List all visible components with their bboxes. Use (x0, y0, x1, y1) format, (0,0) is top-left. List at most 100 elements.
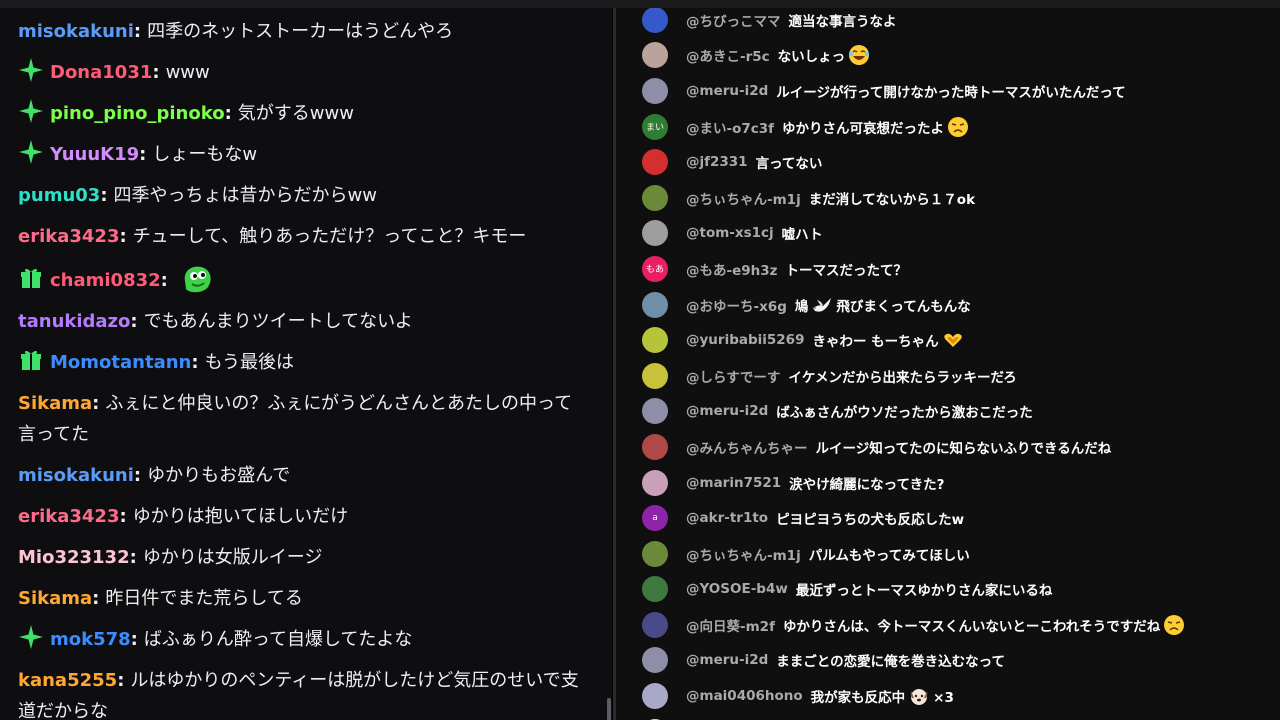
avatar[interactable] (642, 433, 668, 460)
chat-username[interactable]: misokakuni (18, 21, 134, 42)
chat-username[interactable]: misokakuni (18, 465, 134, 486)
chat-message: @mai0406hono 我が家も反応中 ×3 (616, 678, 1280, 714)
chat-username[interactable]: Sikama (18, 393, 92, 414)
chat-username[interactable]: @meru-i2d (686, 83, 768, 99)
avatar[interactable]: もあ (642, 255, 668, 282)
chat-username[interactable]: @akr-tr1to (686, 510, 768, 526)
chat-username[interactable]: @ちぃちゃん-m1j (686, 188, 801, 208)
message-text-part: 嘘ハト (781, 227, 823, 244)
youtube-chat-list: @ちびっこママ 適当な事言うなよ @あきこ-r5c ないしょっ @meru-i2d ルイー… (616, 8, 1280, 720)
chat-username[interactable]: @meru-i2d (686, 652, 768, 668)
chat-message-text: 言ってない (756, 152, 823, 172)
chat-username[interactable]: @おゆーち-x6g (686, 295, 787, 315)
message-text-part: ルイージ知ってたのに知らないふりできるんだね (815, 440, 1112, 457)
avatar[interactable] (642, 540, 668, 567)
avatar[interactable] (642, 220, 668, 247)
avatar[interactable] (642, 42, 668, 69)
chat-username[interactable]: @mai0406hono (686, 688, 803, 704)
message-text-part: 我が家も反応中 (810, 690, 906, 707)
chat-message-text: ゆかりもお盛んで (147, 465, 291, 486)
avatar[interactable] (642, 184, 668, 211)
chat-username[interactable]: @まい-o7c3f (686, 117, 774, 137)
chat-username[interactable]: erika3423 (18, 506, 119, 527)
avatar[interactable] (642, 647, 668, 674)
chat-username[interactable]: @みんちゃんちゃー (686, 437, 808, 457)
sad-emoji-icon (947, 116, 969, 138)
chat-username[interactable]: pino_pino_pinoko (50, 103, 225, 124)
chat-message-text: 涙やけ綺麗になってきた? (789, 473, 944, 493)
avatar[interactable] (642, 291, 668, 318)
avatar[interactable] (642, 149, 668, 176)
chat-username[interactable]: @jf2331 (686, 154, 748, 170)
chat-username[interactable]: chami0832 (50, 270, 161, 291)
chat-message-text: 最近ずっとトーマスゆかりさん家にいるね (796, 579, 1053, 599)
chat-username[interactable]: @yuribabii5269 (686, 332, 804, 348)
chat-username[interactable]: mok578 (50, 629, 131, 650)
chat-message-text: ばふぁさんがウソだったから激おこだった (776, 401, 1033, 421)
avatar[interactable] (642, 8, 668, 33)
chat-username[interactable]: Mio323132 (18, 547, 130, 568)
username-separator: : (133, 465, 142, 486)
avatar[interactable] (642, 683, 668, 710)
avatar[interactable] (642, 77, 668, 104)
chat-username[interactable]: @YOSOE-b4w (686, 581, 788, 597)
avatar-initials: もあ (645, 265, 664, 276)
message-text-part: ままごとの恋愛に俺を巻き込むなって (776, 654, 1005, 671)
message-text-part: 最近ずっとトーマスゆかりさん家にいるね (795, 583, 1053, 600)
chat-message-text: 四季やっちょは昔からだからww (113, 185, 377, 206)
avatar[interactable]: まい (642, 113, 668, 140)
chat-username[interactable]: @ちぃちゃん-m1j (686, 544, 801, 564)
message-text-part: ばふぁさんがウソだったから激おこだった (776, 405, 1033, 422)
avatar[interactable] (642, 398, 668, 425)
username-separator: : (130, 629, 138, 650)
chat-username[interactable]: @tom-xs1cj (686, 225, 774, 241)
chat-username[interactable]: @向日葵-m2f (686, 615, 775, 635)
chat-scrollbar[interactable] (607, 698, 611, 720)
chat-message-text: パルムもやってみてほしい (809, 544, 970, 564)
chat-username[interactable]: @ちびっこママ (686, 10, 781, 30)
message-text-part: 飛びまくってんもんな (836, 298, 971, 315)
chat-message: @おゆーち-x6g 鳩 飛びまくってんもんな (616, 287, 1280, 323)
chat-username[interactable]: Dona1031 (50, 62, 152, 83)
chat-message: chami0832: (0, 262, 600, 296)
chat-message: misokakuni: 四季のネットストーカーはうどんやろ (0, 16, 600, 47)
chat-username[interactable]: @marin7521 (686, 475, 781, 491)
chat-message-text: きゃわー もーちゃん (812, 329, 963, 351)
chat-message: erika3423: ゆかりは抱いてほしいだけ (0, 501, 600, 532)
chat-message-text: 四季のネットストーカーはうどんやろ (147, 21, 454, 42)
chat-message: @marin7521 涙やけ綺麗になってきた? (616, 465, 1280, 501)
chat-message-text: 適当な事言うなよ (789, 10, 897, 30)
top-bar (0, 0, 1280, 8)
avatar[interactable] (642, 327, 668, 354)
message-text-part: ×3 (933, 690, 954, 707)
chat-username[interactable]: pumu03 (18, 185, 100, 206)
avatar[interactable] (642, 611, 668, 638)
avatar[interactable]: a (642, 505, 668, 532)
chat-message: @jf2331 言ってない (616, 144, 1280, 180)
chat-message: @meru-i2d ルイージが行って開けなかった時トーマスがいたんだって (616, 73, 1280, 109)
message-text-part: 適当な事言うなよ (788, 13, 897, 30)
chat-username[interactable]: YuuuK19 (50, 144, 139, 165)
message-text-part: パルムもやってみてほしい (808, 547, 970, 564)
chat-username[interactable]: @しらすでーす (686, 366, 780, 386)
chat-username[interactable]: @もあ-e9h3z (686, 259, 778, 279)
chat-message: @ちびっこママ 適当な事言うなよ (616, 8, 1280, 38)
avatar[interactable] (642, 362, 668, 389)
gift-badge-icon (18, 347, 44, 373)
chat-username[interactable]: erika3423 (18, 226, 119, 247)
chat-message-text: 昨日件でまた荒らしてる (105, 588, 303, 609)
chat-username[interactable]: @meru-i2d (686, 403, 768, 419)
avatar[interactable] (642, 576, 668, 603)
chat-username[interactable]: tanukidazo (18, 311, 130, 332)
chat-username[interactable]: @あきこ-r5c (686, 45, 770, 65)
chat-username[interactable]: Sikama (18, 588, 92, 609)
chat-message: pumu03: 四季やっちょは昔からだからww (0, 180, 600, 211)
chat-username[interactable]: kana5255 (18, 670, 117, 691)
chat-username[interactable]: Momotantann (50, 352, 191, 373)
chat-message-text: ピヨピヨうちの犬も反応したw (776, 508, 964, 528)
chat-message-text: ゆかりは女版ルイージ (142, 547, 323, 568)
chat-message: mok578: ばふぁりん酔って自爆してたよな (0, 624, 600, 655)
avatar[interactable] (642, 469, 668, 496)
gift-badge-icon (18, 265, 44, 291)
chat-message: misokakuni: ゆかりもお盛んで (0, 460, 600, 491)
